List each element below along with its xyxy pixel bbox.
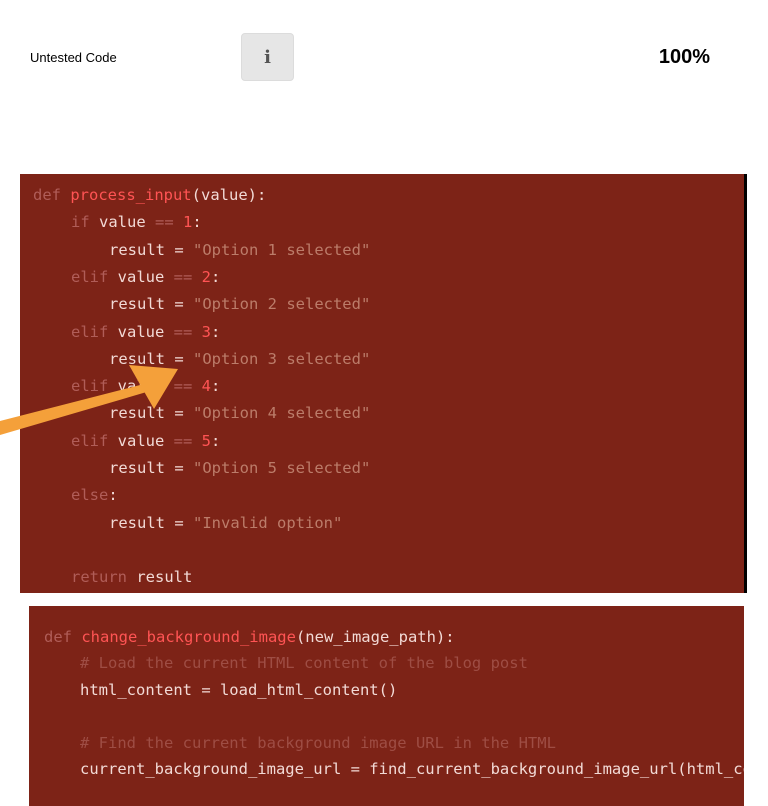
code-token: value — [117, 377, 165, 396]
code-token: elif — [71, 322, 118, 341]
code-token: = — [165, 349, 193, 368]
code-token: : — [192, 213, 202, 232]
code-line: def change_background_image(new_image_pa… — [44, 627, 455, 647]
code-token: : — [211, 267, 221, 286]
code-token: "Option 2 selected" — [193, 295, 371, 314]
code-token: "Option 5 selected" — [193, 459, 371, 477]
code-line: result = "Option 2 selected" — [109, 294, 370, 314]
code-line: def process_input(value): — [33, 185, 266, 205]
code-token: == — [164, 431, 202, 450]
code-line: result = "Option 1 selected" — [109, 240, 370, 260]
code-token: "Option 3 selected" — [193, 349, 371, 368]
code-token: == — [145, 213, 183, 232]
code-token: "Invalid option" — [193, 513, 343, 532]
code-block-change-background-image: def change_background_image(new_image_pa… — [29, 606, 744, 806]
code-token: (value): — [191, 186, 267, 204]
info-icon: i — [264, 46, 271, 68]
code-token: "Option 4 selected" — [193, 404, 371, 423]
code-token: return — [71, 568, 137, 587]
code-token: == — [164, 377, 202, 396]
code-line: else: — [71, 485, 118, 505]
code-line: elif value == 5: — [71, 431, 220, 451]
code-token: elif — [71, 431, 118, 450]
untested-code-label: Untested Code — [30, 50, 117, 65]
code-token: result — [109, 349, 165, 368]
code-line: result = "Invalid option" — [109, 513, 342, 533]
code-line: result = "Option 4 selected" — [109, 403, 370, 423]
code-token: result — [136, 568, 193, 587]
code-token: = — [165, 513, 193, 532]
code-line: elif value == 3: — [71, 322, 220, 342]
code-line: html_content = load_html_content() — [80, 680, 397, 700]
code-token: 3 — [201, 322, 212, 341]
code-token: = — [165, 240, 193, 259]
code-token: result — [109, 295, 165, 314]
code-token: def — [33, 186, 71, 204]
code-token: else — [71, 486, 109, 505]
code-token: if — [71, 213, 99, 232]
code-line: # Load the current HTML content of the b… — [80, 653, 528, 673]
code-token: = find_current_background_image_url(html… — [341, 760, 744, 778]
code-token: 2 — [201, 267, 212, 286]
code-token: change_background_image — [81, 628, 296, 646]
code-line: # Find the current background image URL … — [80, 733, 556, 753]
code-token: == — [164, 322, 202, 341]
code-token: def — [44, 628, 82, 646]
code-token: process_input — [70, 186, 192, 204]
code-token: = — [165, 459, 193, 477]
code-token: value — [117, 322, 165, 341]
code-line: elif value == 4: — [71, 376, 220, 396]
code-line: elif value == 2: — [71, 267, 220, 287]
code-token: : — [108, 486, 118, 505]
code-token: "Option 1 selected" — [193, 240, 371, 259]
code-token: current_background_image_url — [80, 760, 342, 778]
info-button[interactable]: i — [241, 33, 294, 81]
code-token: value — [99, 213, 146, 232]
code-token: (new_image_path): — [295, 628, 455, 646]
code-token: == — [164, 267, 202, 286]
code-token: = — [165, 404, 193, 423]
code-token: result — [109, 240, 165, 259]
code-token: : — [211, 377, 221, 396]
code-token: value — [117, 431, 165, 450]
code-line: result = "Option 5 selected" — [109, 458, 370, 478]
code-line: current_background_image_url = find_curr… — [80, 759, 744, 779]
code-token: result — [109, 513, 165, 532]
code-token: = — [165, 295, 193, 314]
code-token: result — [109, 404, 165, 423]
code-line: result = "Option 3 selected" — [109, 349, 370, 369]
code-line: if value == 1: — [71, 212, 202, 232]
code-block-process-input: def process_input(value): if value == 1: r… — [20, 174, 747, 593]
code-token: # Load the current HTML content of the b… — [80, 654, 528, 673]
code-token: elif — [71, 377, 118, 396]
code-token: 1 — [183, 213, 193, 232]
code-line: return result — [71, 567, 192, 587]
code-token: result — [109, 459, 165, 477]
code-token: value — [117, 267, 165, 286]
code-token: 5 — [201, 431, 212, 450]
code-token: 4 — [201, 377, 212, 396]
coverage-percent: 100% — [658, 46, 710, 68]
code-token: html_content — [80, 680, 192, 699]
code-token: = load_html_content() — [191, 680, 398, 699]
code-token: # Find the current background image URL … — [80, 733, 556, 752]
code-token: elif — [71, 267, 118, 286]
code-token: : — [211, 322, 221, 341]
code-token: : — [211, 431, 221, 450]
